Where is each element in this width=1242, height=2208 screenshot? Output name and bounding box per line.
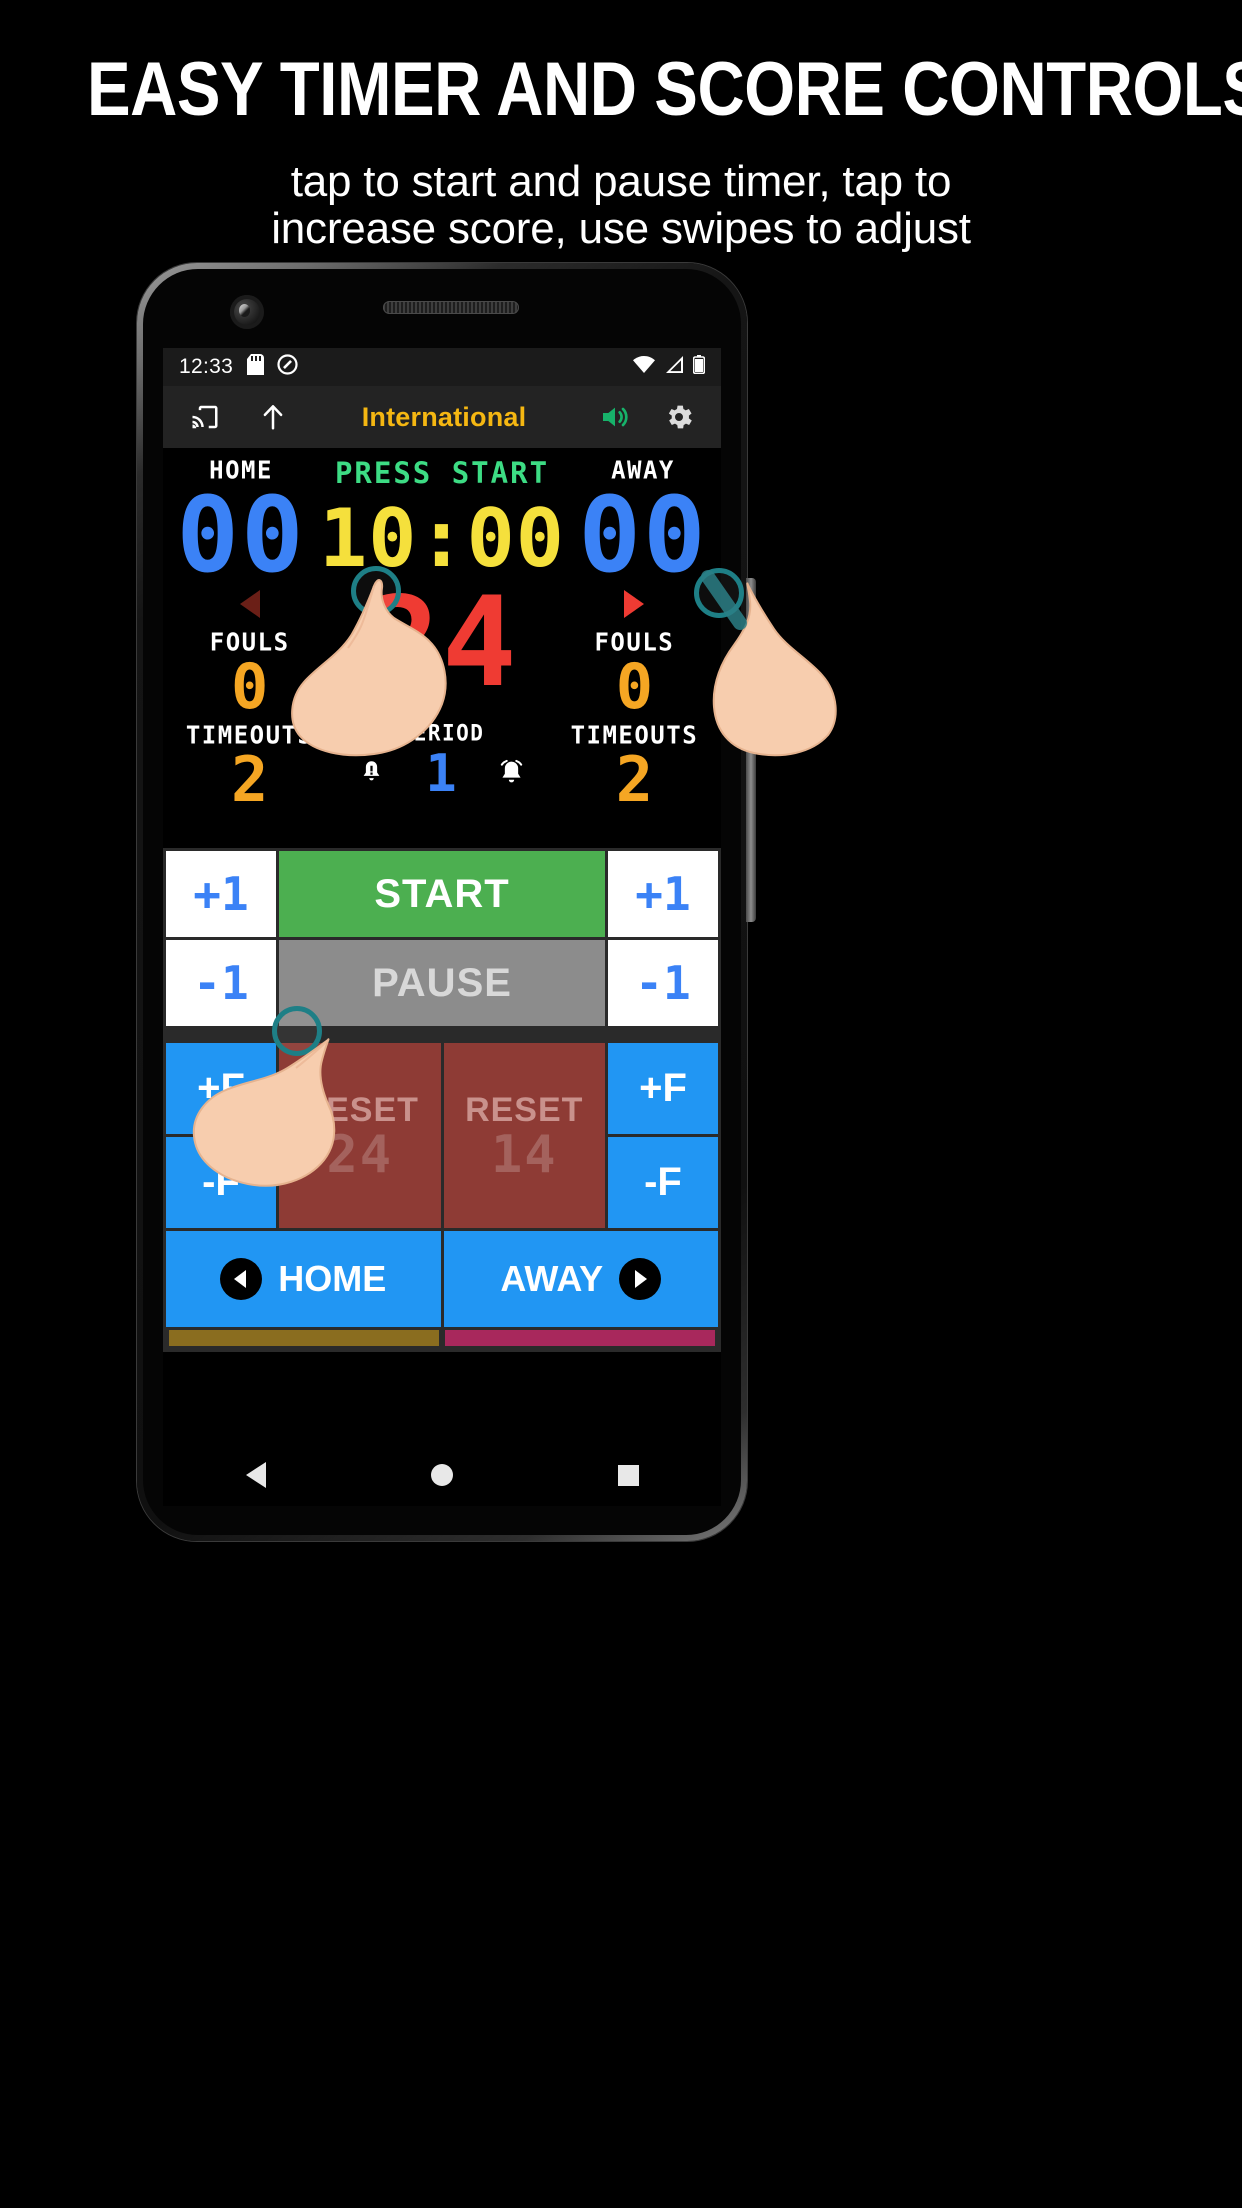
home-timeouts-panel: TIMEOUTS 2: [163, 720, 336, 810]
promo-header: EASY TIMER AND SCORE CONTROLS tap to sta…: [0, 0, 1242, 253]
tap-indicator-timer: [351, 566, 401, 616]
possession-row: HOME AWAY: [166, 1231, 718, 1327]
away-score[interactable]: 00: [565, 483, 721, 587]
reset-24-value: 24: [326, 1125, 394, 1186]
app-bar: International: [163, 386, 721, 448]
reset-shot-clock-14-button[interactable]: RESET 14: [443, 1043, 605, 1228]
android-nav-bar: [163, 1444, 721, 1506]
home-fouls-value[interactable]: 0: [163, 655, 336, 717]
power-button[interactable]: [746, 578, 756, 922]
start-button[interactable]: START: [279, 851, 605, 937]
away-panel: AWAY 00: [565, 455, 721, 587]
home-foul-minus-button[interactable]: -F: [166, 1137, 276, 1228]
home-score-plus-button[interactable]: +1: [166, 851, 276, 937]
period-panel: PERIOD 1: [336, 720, 547, 800]
home-timeouts-value[interactable]: 2: [163, 748, 336, 810]
game-status-text: PRESS START: [334, 456, 550, 490]
arrow-right-circle-icon: [619, 1258, 662, 1300]
game-clock[interactable]: 10:00: [319, 499, 565, 579]
home-panel: HOME 00: [163, 455, 319, 587]
home-label: HOME: [209, 455, 273, 485]
home-timeouts-label: TIMEOUTS: [185, 720, 314, 750]
home-foul-plus-button[interactable]: +F: [166, 1043, 276, 1134]
home-fouls-label: FOULS: [209, 626, 290, 657]
tap-indicator-away-score: [694, 568, 744, 618]
possession-away-label: AWAY: [500, 1258, 604, 1299]
status-bar: 12:33: [163, 348, 721, 386]
sdcard-icon: [247, 353, 265, 381]
center-panel: PRESS START 10:00: [319, 456, 565, 579]
reset-shot-clock-24-button[interactable]: RESET 24: [279, 1043, 441, 1228]
team-color-bars: [166, 1330, 718, 1349]
front-camera-icon: [230, 295, 264, 329]
reset-14-value: 14: [490, 1125, 558, 1186]
home-fouls-panel: FOULS 0: [163, 589, 336, 717]
away-timeouts-label: TIMEOUTS: [570, 720, 699, 750]
horn-bell-icon[interactable]: [358, 759, 385, 791]
away-foul-minus-button[interactable]: -F: [608, 1137, 718, 1228]
period-value[interactable]: 1: [425, 748, 456, 800]
alarm-bell-icon[interactable]: [497, 758, 526, 792]
possession-left-icon: [239, 589, 260, 618]
away-color-bar[interactable]: [445, 1330, 715, 1346]
promo-subtitle-line2: increase score, use swipes to adjust: [271, 204, 971, 254]
status-bar-clock: 12:33: [179, 355, 234, 378]
battery-icon: [692, 354, 706, 380]
home-color-bar[interactable]: [169, 1330, 439, 1346]
promo-subtitle: tap to start and pause timer, tap to inc…: [0, 158, 1242, 252]
away-label: AWAY: [611, 455, 675, 485]
wifi-icon: [633, 355, 655, 379]
promo-title: EASY TIMER AND SCORE CONTROLS: [86, 47, 1242, 132]
foul-reset-row: +F -F RESET 24 RESET 14 +F -F: [166, 1043, 718, 1228]
do-not-disturb-icon: [277, 353, 298, 381]
score-row-minus: -1 PAUSE -1: [166, 940, 718, 1026]
promo-subtitle-line1: tap to start and pause timer, tap to: [290, 157, 952, 206]
possession-home-label: HOME: [278, 1258, 387, 1299]
volume-up-icon[interactable]: [593, 395, 637, 439]
home-icon[interactable]: [430, 1464, 453, 1486]
cast-icon[interactable]: [183, 395, 227, 439]
possession-right-icon: [624, 589, 645, 618]
scoreboard-display[interactable]: HOME 00 PRESS START 10:00 AWAY 00 FOULS …: [163, 448, 721, 848]
arrow-left-circle-icon: [220, 1258, 263, 1300]
away-timeouts-value[interactable]: 2: [548, 748, 721, 810]
possession-home-button[interactable]: HOME: [166, 1231, 441, 1327]
app-bar-title: International: [361, 401, 527, 432]
tap-indicator-pause: [272, 1006, 322, 1056]
signal-icon: [664, 355, 684, 379]
away-fouls-label: FOULS: [594, 626, 675, 657]
away-fouls-panel: FOULS 0: [548, 589, 721, 717]
away-score-minus-button[interactable]: -1: [608, 940, 718, 1026]
gear-icon[interactable]: [657, 395, 701, 439]
away-timeouts-panel: TIMEOUTS 2: [548, 720, 721, 810]
period-label: PERIOD: [399, 720, 485, 746]
home-score-minus-button[interactable]: -1: [166, 940, 276, 1026]
upload-arrow-icon[interactable]: [251, 395, 295, 439]
away-foul-plus-button[interactable]: +F: [608, 1043, 718, 1134]
possession-away-button[interactable]: AWAY: [443, 1231, 718, 1327]
away-score-plus-button[interactable]: +1: [608, 851, 718, 937]
back-icon[interactable]: [245, 1462, 266, 1488]
phone-screen: 12:33 International HOME 00 PRESS START …: [163, 348, 721, 1444]
recents-icon[interactable]: [617, 1464, 639, 1486]
control-panel: +1 START +1 -1 PAUSE -1 +F -F RESET 24 R…: [163, 848, 721, 1352]
score-row-plus: +1 START +1: [166, 851, 718, 937]
home-score[interactable]: 00: [163, 483, 319, 587]
pause-button[interactable]: PAUSE: [279, 940, 605, 1026]
away-fouls-value[interactable]: 0: [548, 655, 721, 717]
earpiece-speaker: [383, 301, 519, 314]
